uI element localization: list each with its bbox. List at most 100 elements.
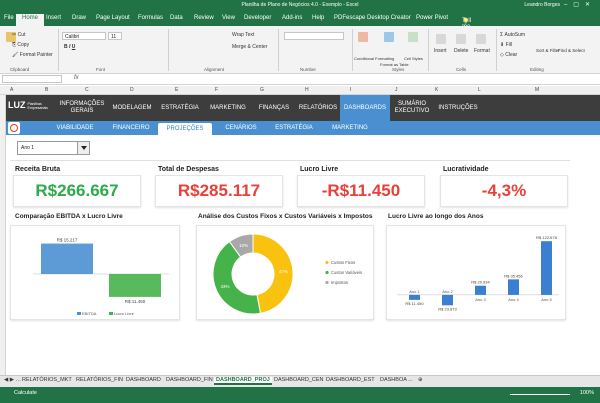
font-name-select[interactable]: Calibri xyxy=(62,32,106,40)
dashboard-nav: LUZ Planilhas Empresariais INFORMAÇÕES GE… xyxy=(6,95,600,121)
legend-swatch xyxy=(109,312,113,315)
sheet-tab-active[interactable]: DASHBOARD_PROJ xyxy=(214,377,272,385)
sheet-tab[interactable]: DASHBOARD_CEN xyxy=(274,377,324,383)
home-button[interactable] xyxy=(8,122,20,134)
window-controls[interactable]: –▢✕ xyxy=(564,1,596,8)
delete-cells-button[interactable]: Delete xyxy=(454,48,468,54)
column-header[interactable]: H xyxy=(305,87,309,93)
insert-cells-button[interactable]: Insert xyxy=(434,48,447,54)
tab-add-ins[interactable]: Add-ins xyxy=(282,15,302,21)
tab-insert[interactable]: Insert xyxy=(46,15,61,21)
subnav-item-estrategia[interactable]: ESTRATÉGIA xyxy=(268,121,320,135)
tab-help[interactable]: Help xyxy=(312,15,324,21)
tab-page-layout[interactable]: Page Layout xyxy=(96,15,130,21)
user-name[interactable]: Leandro Borges xyxy=(524,2,560,8)
column-header[interactable]: A xyxy=(10,87,13,93)
subnav-item-cenarios[interactable]: CENÁRIOS xyxy=(216,121,266,135)
nav-item-marketing[interactable]: MARKETING xyxy=(204,95,252,121)
nav-item-sumario-executivo[interactable]: SUMÁRIO EXECUTIVO xyxy=(390,95,434,121)
fill-button[interactable]: ⬇ Fill xyxy=(500,42,512,48)
sort-filter-button[interactable]: Sort & Filter xyxy=(536,48,560,53)
tab-data[interactable]: Data xyxy=(170,15,183,21)
conditional-formatting-button[interactable]: Conditional Formatting xyxy=(354,56,394,61)
column-header[interactable]: L xyxy=(478,87,481,93)
clear-button[interactable]: ◇ Clear xyxy=(500,52,517,58)
year-select[interactable]: Ano 1 xyxy=(17,141,90,155)
subnav-item-projecoes[interactable]: PROJEÇÕES xyxy=(158,123,212,135)
column-header[interactable]: G xyxy=(260,87,264,93)
autosum-button[interactable]: Σ AutoSum xyxy=(500,32,525,38)
bar-ano-4 xyxy=(508,279,519,295)
column-header[interactable]: I xyxy=(350,87,351,93)
column-header[interactable]: C xyxy=(85,87,89,93)
kpi-value-lucro-livre: -R$11.450 xyxy=(297,175,425,207)
sheet-tab[interactable]: DASHBOARD_FIN xyxy=(166,377,213,383)
column-header[interactable]: B xyxy=(45,87,48,93)
nav-item-estrategia[interactable]: ESTRATÉGIA xyxy=(156,95,204,121)
tab-power-pivot[interactable]: Power Pivot xyxy=(416,15,448,21)
legend-swatch xyxy=(77,312,81,315)
slice-label: 43% xyxy=(221,284,230,289)
nav-item-financas[interactable]: FINANÇAS xyxy=(252,95,296,121)
nav-item-relatorios[interactable]: RELATÓRIOS xyxy=(296,95,340,121)
sheet-nav-arrows[interactable]: ◀ ▶ … xyxy=(4,377,21,383)
format-as-table-icon[interactable] xyxy=(384,32,394,42)
cut-button[interactable]: ✂ Cut xyxy=(12,32,25,38)
subnav-item-marketing[interactable]: MARKETING xyxy=(322,121,378,135)
conditional-formatting-icon[interactable] xyxy=(358,32,368,42)
zoom-slider[interactable] xyxy=(510,394,570,395)
add-sheet-icon[interactable]: ⊕ xyxy=(418,377,423,383)
bar-ano-5 xyxy=(541,241,552,295)
sheet-tab[interactable]: DASHBOA ... xyxy=(380,377,413,383)
delete-cells-icon[interactable] xyxy=(456,34,466,44)
copy-button[interactable]: ⎘ Copy xyxy=(12,42,29,48)
subnav-item-financeiro[interactable]: FINANCEIRO xyxy=(104,121,158,135)
nav-item-instrucoes[interactable]: INSTRUÇÕES xyxy=(434,95,482,121)
font-size-select[interactable]: 11 xyxy=(108,32,122,40)
divider xyxy=(10,160,570,161)
sheet-tab[interactable]: DASHBOARD_EST xyxy=(326,377,375,383)
wrap-text-button[interactable]: Wrap Text xyxy=(232,32,254,38)
column-header[interactable]: M xyxy=(535,87,539,93)
tab-developer[interactable]: Developer xyxy=(244,15,271,21)
format-cells-icon[interactable] xyxy=(476,34,486,44)
column-header[interactable]: E xyxy=(175,87,178,93)
sheet-tab[interactable]: DASHBOARD xyxy=(126,377,161,383)
column-header[interactable]: K xyxy=(435,87,438,93)
tab-home[interactable]: Home xyxy=(16,14,45,26)
data-label: R$ 122.678 xyxy=(536,235,557,240)
cell-styles-button[interactable]: Cell Styles xyxy=(404,56,423,61)
cell-styles-icon[interactable] xyxy=(408,32,418,42)
chart-ebitda-lucro: R$ 15.217 R$ 11.450 EBITDA Lucro Livre xyxy=(10,225,180,320)
format-cells-button[interactable]: Format xyxy=(474,48,490,54)
legend-swatch xyxy=(325,260,329,265)
tab-formulas[interactable]: Formulas xyxy=(138,15,163,21)
fx-icon[interactable]: fx xyxy=(74,75,79,81)
sheet-tab[interactable]: RELATÓRIOS_FIN xyxy=(76,377,123,383)
data-label: R$ 15.217 xyxy=(57,238,78,243)
tab-draw[interactable]: Draw xyxy=(72,15,86,21)
kpi-value-total-despesas: R$285.117 xyxy=(155,175,283,207)
subnav-item-viabilidade[interactable]: VIABILIDADE xyxy=(46,121,104,135)
bar-lucro-livre xyxy=(109,274,161,297)
zoom-level[interactable]: 100% xyxy=(580,390,594,396)
tab-view[interactable]: View xyxy=(222,15,235,21)
find-select-button[interactable]: Find & Select xyxy=(558,48,585,53)
sheet-tab[interactable]: RELATÓRIOS_MKT xyxy=(22,377,72,383)
column-header[interactable]: J xyxy=(395,87,398,93)
chevron-down-icon[interactable] xyxy=(77,142,89,154)
format-painter-button[interactable]: 🖌 Format Painter xyxy=(12,52,53,58)
column-header[interactable]: F xyxy=(215,87,218,93)
nav-item-informacoes-gerais[interactable]: INFORMAÇÕES GERAIS xyxy=(56,95,108,121)
number-format-select[interactable] xyxy=(284,32,344,40)
merge-center-button[interactable]: Merge & Center xyxy=(232,44,267,50)
name-box[interactable] xyxy=(2,75,62,83)
nav-item-modelagem[interactable]: MODELAGEM xyxy=(108,95,156,121)
insert-cells-icon[interactable] xyxy=(436,34,446,44)
tab-file[interactable]: File xyxy=(4,15,14,21)
tab-review[interactable]: Review xyxy=(194,15,214,21)
nav-item-dashboards[interactable]: DASHBOARDS xyxy=(340,95,390,121)
column-header[interactable]: D xyxy=(130,87,134,93)
bold-button[interactable]: B I U xyxy=(64,44,75,50)
tab-pdfescape[interactable]: PDFescape Desktop Creator xyxy=(334,15,411,21)
